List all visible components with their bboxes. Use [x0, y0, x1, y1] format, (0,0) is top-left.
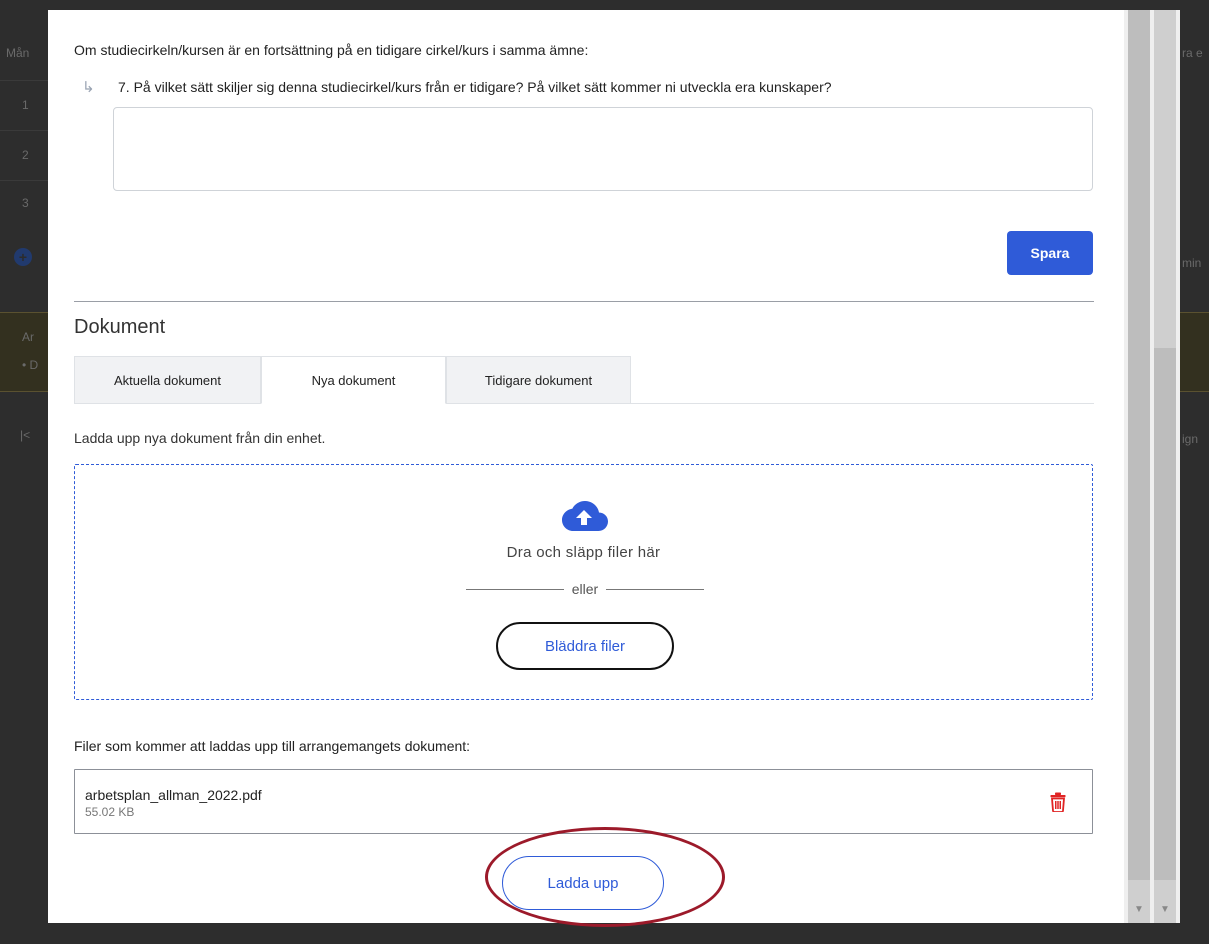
- scroll-down-icon[interactable]: ▼: [1154, 900, 1176, 920]
- question-intro: Om studiecirkeln/kursen är en fortsättni…: [74, 42, 589, 58]
- background-text: 2: [22, 148, 29, 162]
- background-text: |<: [20, 428, 31, 442]
- scrollbar-track[interactable]: [1154, 10, 1176, 923]
- background-text: ra e: [1182, 46, 1203, 60]
- dropzone-text: Dra och släpp filer här: [506, 544, 661, 561]
- background-notice: [1180, 312, 1209, 392]
- background-text: 3: [22, 196, 29, 210]
- divider: [0, 180, 48, 181]
- divider: [0, 130, 48, 131]
- scrollbar[interactable]: ▼ ▼: [1124, 10, 1180, 923]
- background-text: 1: [22, 98, 29, 112]
- file-size: 55.02 KB: [85, 805, 135, 819]
- subquestion-arrow-icon: ↳: [82, 79, 95, 96]
- answer-textarea[interactable]: [113, 107, 1093, 191]
- documents-heading: Dokument: [74, 316, 166, 338]
- tab-previous-documents[interactable]: Tidigare dokument: [446, 356, 631, 404]
- or-separator: eller: [466, 580, 704, 598]
- question-label: 7. På vilket sätt skiljer sig denna stud…: [118, 79, 832, 95]
- background-notice: [0, 312, 48, 392]
- file-dropzone[interactable]: Dra och släpp filer här eller Bläddra fi…: [74, 464, 1093, 700]
- or-text: eller: [571, 581, 599, 597]
- files-caption: Filer som kommer att laddas upp till arr…: [74, 738, 471, 754]
- scrollbar-track[interactable]: [1128, 10, 1150, 923]
- file-list-item: arbetsplan_allman_2022.pdf 55.02 KB: [74, 769, 1093, 834]
- divider: [466, 588, 564, 590]
- document-modal: Om studiecirkeln/kursen är en fortsättni…: [48, 10, 1124, 927]
- scrollbar-thumb[interactable]: [1154, 348, 1176, 880]
- background-text: • D: [22, 358, 39, 372]
- background-text: Ar: [22, 330, 34, 344]
- divider: [0, 80, 48, 81]
- save-button[interactable]: Spara: [1007, 231, 1093, 275]
- divider: [606, 588, 704, 590]
- section-divider: [74, 301, 1094, 302]
- tab-new-documents[interactable]: Nya dokument: [261, 356, 446, 404]
- scroll-down-icon[interactable]: ▼: [1128, 900, 1150, 920]
- highlight-annotation-ring: [485, 827, 725, 927]
- delete-icon[interactable]: [1050, 792, 1066, 812]
- tab-current-documents[interactable]: Aktuella dokument: [74, 356, 261, 404]
- cloud-upload-icon: [562, 501, 608, 531]
- upload-hint: Ladda upp nya dokument från din enhet.: [74, 430, 326, 446]
- background-right-strip: ra e min ign: [1180, 0, 1209, 944]
- file-name: arbetsplan_allman_2022.pdf: [85, 787, 262, 803]
- scrollbar-thumb[interactable]: [1128, 10, 1150, 880]
- background-text: ign: [1182, 432, 1199, 446]
- document-tabs: Aktuella dokument Nya dokument Tidigare …: [74, 356, 1094, 404]
- background-text: min: [1182, 256, 1202, 270]
- background-left-strip: Mån 1 2 3 + Ar • D |<: [0, 0, 48, 944]
- browse-files-button[interactable]: Bläddra filer: [496, 622, 674, 670]
- add-icon: +: [14, 248, 32, 266]
- background-text: Mån: [6, 46, 30, 60]
